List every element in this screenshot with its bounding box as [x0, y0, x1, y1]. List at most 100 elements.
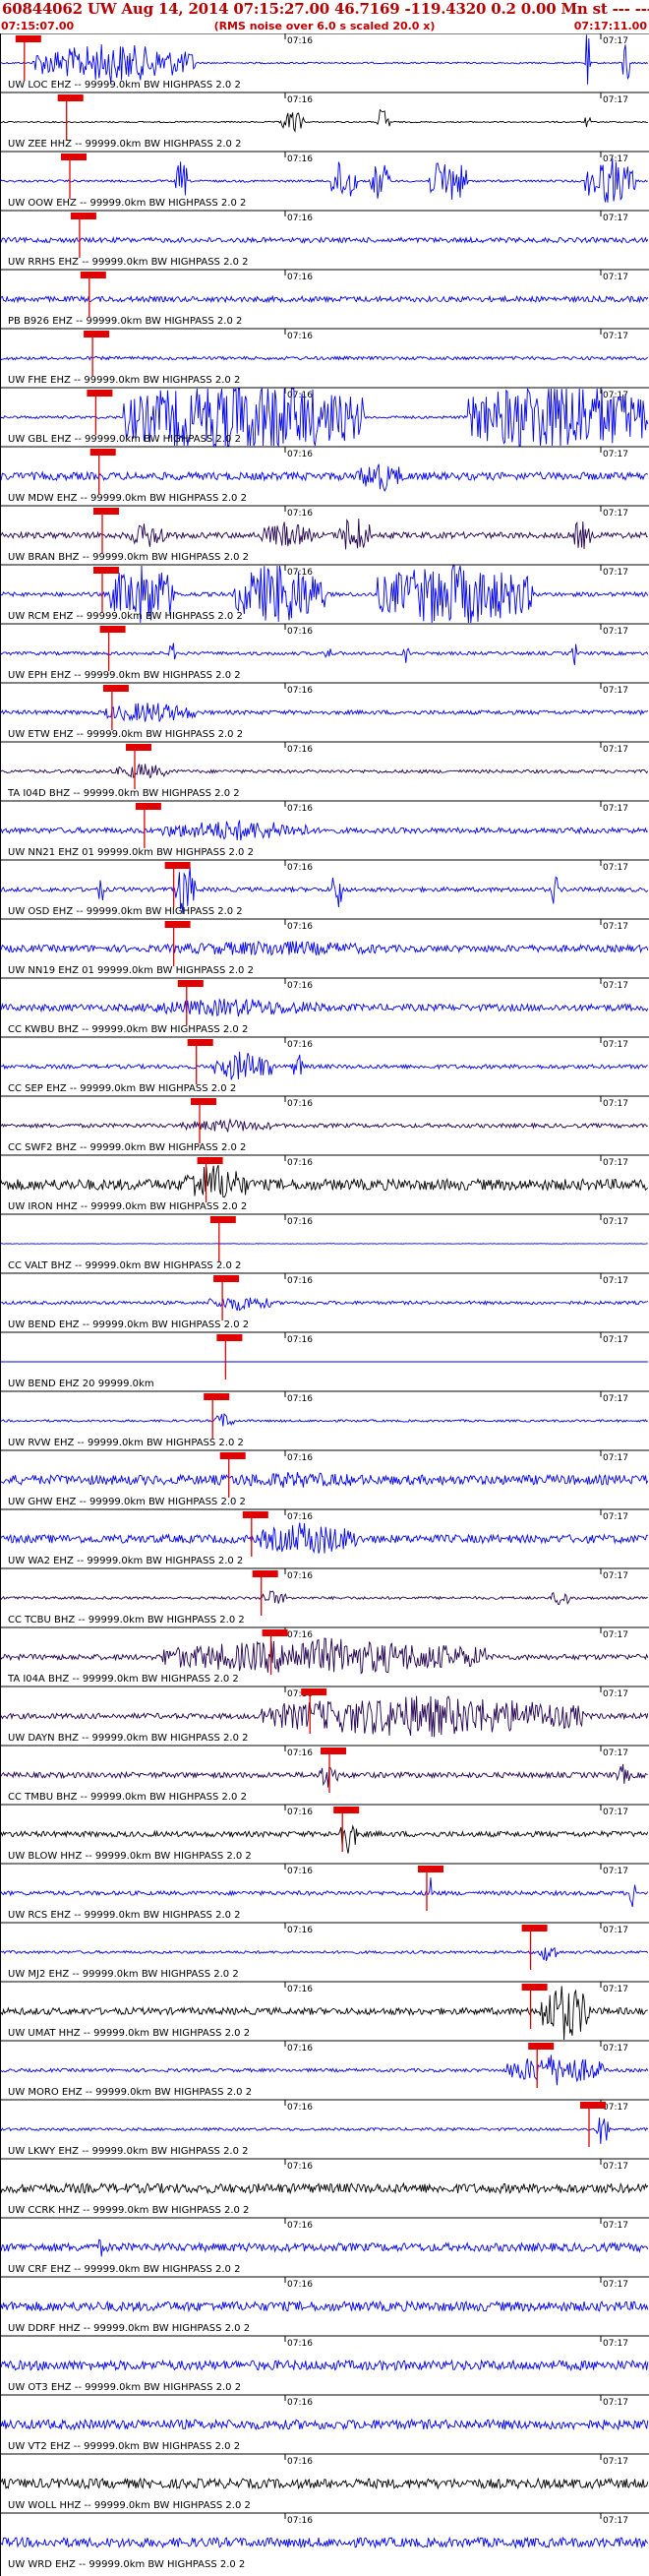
waveform-trace: [0, 355, 649, 361]
pick-marker: [126, 744, 151, 751]
time-tick-label: 07:16: [287, 332, 313, 341]
station-label: UW MJ2 EHZ -- 99999.0km BW HIGHPASS 2.0 …: [8, 1969, 239, 1980]
station-label: UW NN19 EHZ 01 99999.0km BW HIGHPASS 2.0…: [8, 965, 254, 976]
waveform-trace: [0, 1637, 649, 1675]
time-tick-label: 07:17: [603, 1926, 628, 1935]
time-tick-label: 07:16: [287, 863, 313, 873]
trace-row: 07:16 07:17 UW OT3 EHZ -- 99999.0km BW HIG…: [0, 2335, 649, 2393]
station-label: UW BEND EHZ 20 99999.0km: [8, 1379, 154, 1389]
pick-marker: [80, 272, 106, 278]
end-time-label: 07:17:11.00: [573, 20, 647, 32]
time-tick-label: 07:17: [603, 391, 628, 400]
pick-marker: [191, 1098, 216, 1105]
trace-row: 07:16 07:17 UW CCRK HHZ -- 99999.0km BW HI…: [0, 2158, 649, 2216]
trace-row: 07:16 07:17 CC TCBU BHZ -- 99999.0km BW HI…: [0, 1567, 649, 1625]
time-tick-label: 07:16: [287, 745, 313, 755]
station-label: UW WRD EHZ -- 99999.0km BW HIGHPASS 2.0 …: [8, 2559, 245, 2570]
station-label: UW CRF EHZ -- 99999.0km BW HIGHPASS 2.0 …: [8, 2264, 240, 2275]
time-tick-label: 07:16: [287, 2162, 313, 2172]
time-tick-label: 07:17: [603, 981, 628, 991]
time-tick-label: 07:17: [603, 1394, 628, 1404]
time-tick-label: 07:17: [603, 1512, 628, 1522]
trace-row: 07:16 07:17 UW DDRF HHZ -- 99999.0km BW HI…: [0, 2276, 649, 2334]
time-tick-label: 07:16: [287, 804, 313, 814]
time-tick-label: 07:17: [603, 273, 628, 282]
pick-marker: [197, 1157, 223, 1164]
station-label: UW UMAT HHZ -- 99999.0km BW HIGHPASS 2.0…: [8, 2028, 250, 2039]
pick-marker: [216, 1334, 243, 1341]
station-label: UW OT3 EHZ -- 99999.0km BW HIGHPASS 2.0 …: [8, 2382, 241, 2393]
pick-marker: [93, 508, 119, 515]
trace-row: 07:16 07:17 UW GHW EHZ -- 99999.0km BW HIG…: [0, 1449, 649, 1507]
time-tick-label: 07:17: [603, 568, 628, 578]
trace-row: 07:16 07:17 UW UMAT HHZ -- 99999.0km BW HI…: [0, 1981, 649, 2041]
station-label: UW ZEE HHZ -- 99999.0km BW HIGHPASS 2.0 …: [8, 139, 241, 150]
trace-row: 07:16 07:17 CC VALT BHZ -- 99999.0km BW HI…: [0, 1213, 649, 1271]
time-tick-label: 07:17: [603, 1985, 628, 1994]
time-tick-label: 07:17: [603, 1630, 628, 1640]
trace-row: 07:16 07:17 UW LKWY EHZ -- 99999.0km BW HI…: [0, 2099, 649, 2157]
time-tick-label: 07:17: [603, 1040, 628, 1050]
time-tick-label: 07:16: [287, 1630, 313, 1640]
pick-marker: [99, 626, 126, 633]
time-tick-label: 07:16: [287, 273, 313, 282]
time-tick-label: 07:17: [603, 95, 628, 105]
pick-marker: [135, 803, 161, 810]
time-tick-label: 07:16: [287, 450, 313, 460]
waveform-trace: [0, 34, 649, 85]
pick-marker: [204, 1393, 230, 1400]
station-label: UW RCS EHZ -- 99999.0km BW HIGHPASS 2.0 …: [8, 1910, 241, 1921]
time-tick-label: 07:16: [287, 1453, 313, 1463]
trace-row: 07:16 07:17 UW BEND EHZ -- 99999.0km BW HI…: [0, 1272, 649, 1330]
trace-row: 07:16 07:17 UW VT2 EHZ -- 99999.0km BW HIG…: [0, 2394, 649, 2452]
pick-marker: [321, 1748, 346, 1754]
waveform-trace: [0, 108, 648, 133]
time-tick-label: 07:16: [287, 2339, 313, 2349]
station-label: CC KWBU BHZ -- 99999.0km BW HIGHPASS 2.0…: [8, 1024, 248, 1035]
trace-row: 07:16 07:17 UW EPH EHZ -- 99999.0km BW HIG…: [0, 623, 649, 681]
time-tick-label: 07:17: [603, 1867, 628, 1876]
trace-row: 07:16 07:17UW DAYN BHZ -- 99999.0km BW HI…: [0, 1686, 649, 1744]
station-label: UW WA2 EHZ -- 99999.0km BW HIGHPASS 2.0 …: [8, 1556, 243, 1566]
waveform-trace: [0, 1695, 649, 1738]
time-tick-label: 07:17: [603, 627, 628, 637]
time-tick-label: 07:16: [287, 1867, 313, 1876]
waveform-trace: [0, 1590, 648, 1606]
time-tick-label: 07:16: [287, 2044, 313, 2054]
waveform-trace: [0, 1118, 649, 1133]
time-tick-label: 07:17: [603, 1689, 628, 1699]
time-tick-label: 07:16: [287, 981, 313, 991]
trace-row: 07:16 07:17 TA I04D BHZ -- 99999.0km BW HI…: [0, 741, 649, 799]
trace-row: 07:16 07:17 UW IRON HHZ -- 99999.0km BW HI…: [0, 1154, 649, 1212]
time-tick-label: 07:17: [603, 2280, 628, 2290]
pick-marker: [528, 2043, 555, 2050]
station-label: UW ETW EHZ -- 99999.0km BW HIGHPASS 2.0 …: [8, 729, 243, 740]
time-tick-label: 07:17: [603, 804, 628, 814]
waveform-trace: [0, 643, 649, 666]
pick-marker: [61, 153, 87, 160]
time-tick-label: 07:16: [287, 36, 313, 46]
waveform-trace: [0, 1946, 649, 1962]
trace-row: 07:16 07:17 UW NN21 EHZ 01 99999.0km BW HI…: [0, 800, 649, 858]
pick-marker: [262, 1629, 288, 1636]
time-tick-label: 07:16: [287, 1394, 313, 1404]
trace-row: 07:16 07:17 UW ZEE HHZ -- 99999.0km BW HIG…: [0, 92, 649, 150]
time-tick-label: 07:16: [287, 509, 313, 519]
station-label: CC TCBU BHZ -- 99999.0km BW HIGHPASS 2.0…: [8, 1615, 245, 1625]
pick-marker: [301, 1688, 327, 1695]
pick-marker: [70, 213, 96, 219]
waveform-trace: [0, 2055, 649, 2086]
time-tick-label: 07:17: [603, 1276, 628, 1286]
trace-row: 07:16 07:17UW GBL EHZ -- 99999.0km BW HIG…: [0, 387, 649, 448]
waveform-trace: [0, 703, 649, 722]
station-label: UW NN21 EHZ 01 99999.0km BW HIGHPASS 2.0…: [8, 847, 254, 858]
station-label: UW FHE EHZ -- 99999.0km BW HIGHPASS 2.0 …: [8, 375, 240, 386]
trace-row: 07:16 07:17 UW MDW EHZ -- 99999.0km BW HIG…: [0, 446, 649, 504]
waveform-trace: [0, 2359, 649, 2372]
time-tick-label: 07:17: [603, 1217, 628, 1227]
trace-row: 07:16 07:17 TA I04A BHZ -- 99999.0km BW HI…: [0, 1626, 649, 1685]
pick-marker: [521, 1984, 548, 1991]
waveform-trace: [0, 1413, 649, 1427]
waveform-trace: [0, 1877, 649, 1908]
time-tick-label: 07:16: [287, 2280, 313, 2290]
